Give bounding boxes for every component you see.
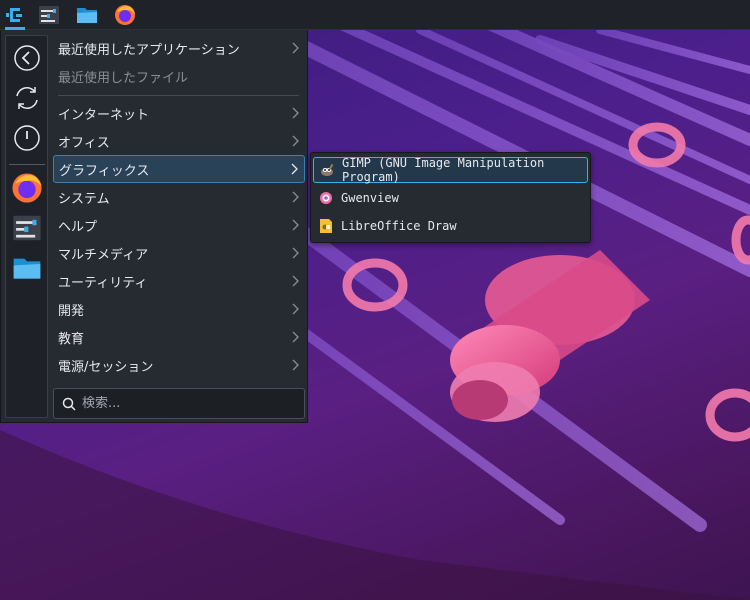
menu-item-label: 最近使用したファイル — [58, 70, 189, 86]
menu-category-item[interactable]: マルチメディア — [53, 239, 305, 267]
gimp-icon — [319, 162, 335, 178]
favorites-separator — [9, 164, 45, 165]
libreoffice-draw-icon — [318, 218, 334, 234]
back-icon — [14, 45, 40, 71]
submenu-item[interactable]: GIMP (GNU Image Manipulation Program) — [313, 156, 588, 184]
submenu-item-label: Gwenview — [341, 191, 399, 205]
graphics-submenu: GIMP (GNU Image Manipulation Program) Gwe… — [310, 152, 591, 243]
refresh-button[interactable] — [11, 82, 43, 114]
chevron-right-icon — [285, 295, 305, 323]
refresh-icon — [16, 87, 38, 109]
menu-category-label: システム — [58, 191, 110, 207]
favorite-firefox[interactable] — [11, 172, 43, 204]
power-button[interactable] — [11, 122, 43, 154]
menu-category-item[interactable]: 電源/セッション — [53, 351, 305, 379]
menu-item-recent-files[interactable]: 最近使用したファイル — [53, 62, 305, 90]
menu-category-item[interactable]: システム — [53, 183, 305, 211]
menu-category-item[interactable]: インターネット — [53, 99, 305, 127]
taskbar-firefox-button[interactable] — [110, 0, 140, 30]
favorite-system-settings[interactable] — [11, 212, 43, 244]
application-launcher-icon — [6, 8, 22, 22]
favorites-sidebar — [5, 35, 48, 418]
menu-category-label: 開発 — [58, 303, 85, 319]
menu-category-label: インターネット — [58, 107, 150, 123]
submenu-item[interactable]: LibreOffice Draw — [313, 213, 588, 239]
chevron-right-icon — [285, 211, 305, 239]
menu-category-label: 電源/セッション — [58, 359, 154, 375]
system-settings-icon — [39, 6, 59, 24]
submenu-item[interactable]: Gwenview — [313, 185, 588, 211]
menu-category-label: ヘルプ — [58, 219, 98, 235]
gwenview-icon — [318, 190, 334, 206]
menu-item-recent-apps[interactable]: 最近使用したアプリケーション — [53, 34, 305, 62]
search-box[interactable] — [53, 388, 305, 419]
chevron-right-icon — [285, 323, 305, 351]
chevron-right-icon — [284, 155, 304, 183]
menu-category-label: オフィス — [58, 135, 110, 151]
menu-separator — [58, 95, 299, 96]
menu-category-label: ユーティリティ — [58, 275, 148, 291]
application-menu: 最近使用したアプリケーション 最近使用したファイル インターネット オフィスグラフ… — [0, 30, 308, 423]
menu-category-item[interactable]: オフィス — [53, 127, 305, 155]
taskbar-settings-button[interactable] — [34, 0, 64, 30]
menu-category-label: マルチメディア — [58, 247, 149, 263]
file-manager-icon — [77, 8, 97, 23]
menu-category-item[interactable]: 教育 — [53, 323, 305, 351]
application-launcher-button[interactable] — [0, 0, 30, 30]
chevron-right-icon — [285, 99, 305, 127]
search-input[interactable] — [82, 396, 292, 411]
menu-category-label: グラフィックス — [59, 163, 150, 179]
top-panel — [0, 0, 750, 30]
chevron-right-icon — [285, 267, 305, 295]
back-button[interactable] — [11, 42, 43, 74]
chevron-right-icon — [285, 239, 305, 267]
submenu-item-label: LibreOffice Draw — [341, 219, 457, 233]
system-settings-icon — [13, 215, 41, 241]
menu-category-item[interactable]: グラフィックス — [53, 155, 305, 183]
chevron-right-icon — [285, 127, 305, 155]
firefox-icon — [12, 173, 42, 203]
search-icon — [62, 397, 76, 411]
chevron-right-icon — [285, 34, 305, 62]
submenu-item-label: GIMP (GNU Image Manipulation Program) — [342, 156, 545, 184]
firefox-icon — [115, 5, 135, 25]
menu-category-item[interactable]: ヘルプ — [53, 211, 305, 239]
menu-category-item[interactable]: ユーティリティ — [53, 267, 305, 295]
menu-category-item[interactable]: 開発 — [53, 295, 305, 323]
menu-category-label: 教育 — [58, 331, 85, 347]
favorite-file-manager[interactable] — [11, 252, 43, 284]
menu-item-label: 最近使用したアプリケーション — [58, 42, 240, 58]
file-manager-icon — [13, 258, 41, 279]
chevron-right-icon — [285, 351, 305, 379]
chevron-right-icon — [285, 183, 305, 211]
taskbar-files-button[interactable] — [72, 0, 102, 30]
power-icon — [14, 125, 40, 151]
